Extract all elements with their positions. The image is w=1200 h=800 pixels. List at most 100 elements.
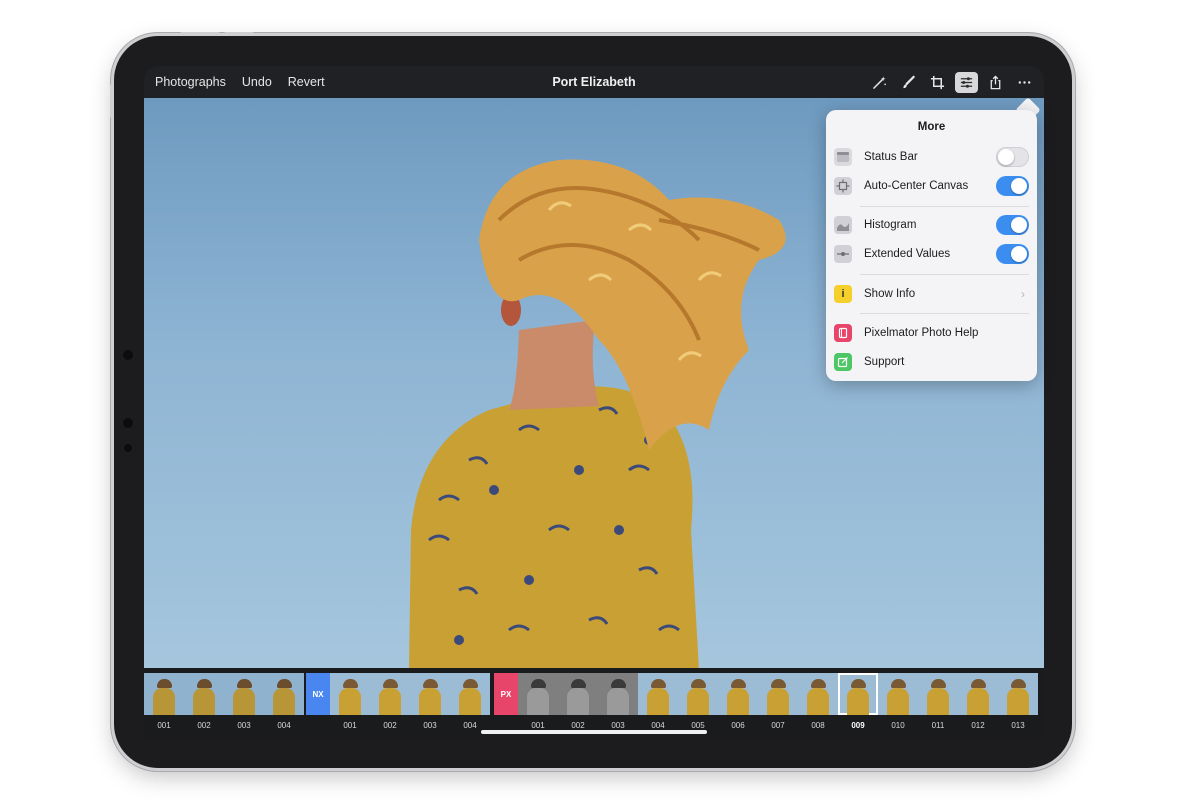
filmstrip-thumbnail[interactable] — [410, 673, 450, 715]
filmstrip-thumbnail[interactable] — [370, 673, 410, 715]
more-icon[interactable] — [1013, 72, 1036, 93]
thumbnail-hat — [891, 679, 906, 688]
menu-item-pixelmator-photo-help[interactable]: Pixelmator Photo Help — [834, 320, 1029, 346]
thumbnail-figure — [339, 688, 361, 715]
filmstrip-thumbnail-label: 009 — [851, 721, 865, 730]
histogram-toggle[interactable] — [996, 215, 1029, 235]
thumbnail-figure — [233, 688, 255, 715]
undo-button[interactable]: Undo — [242, 75, 272, 89]
thumbnail-hat — [237, 679, 252, 688]
filmstrip-group: PX 001 002 003 004 005 006 007 008 009 010 011 012 01… — [494, 673, 1038, 730]
thumbnail-hat — [931, 679, 946, 688]
menu-item-extended-values[interactable]: Extended Values — [834, 241, 1029, 267]
thumbnail-figure — [419, 688, 441, 715]
thumbnail-figure — [379, 688, 401, 715]
menu-divider — [860, 206, 1029, 207]
top-button-2 — [224, 32, 254, 36]
thumbnail-hat — [731, 679, 746, 688]
filmstrip-thumbnail-label: 001 — [157, 721, 171, 730]
menu-divider — [860, 313, 1029, 314]
filmstrip-group: 001 002 003 004 — [144, 673, 304, 730]
filmstrip-thumbnail[interactable] — [224, 673, 264, 715]
filmstrip-thumbnail-label: 010 — [891, 721, 905, 730]
filmstrip-thumbnail[interactable] — [678, 673, 718, 715]
revert-button[interactable]: Revert — [288, 75, 325, 89]
filmstrip-thumbnail[interactable] — [638, 673, 678, 715]
photographs-back-button[interactable]: Photographs — [155, 75, 226, 89]
thumbnail-figure — [687, 688, 709, 715]
menu-item-status-bar[interactable]: Status Bar — [834, 144, 1029, 170]
adjustments-icon[interactable] — [955, 71, 978, 93]
home-indicator[interactable] — [481, 730, 707, 734]
filmstrip-thumbnail[interactable] — [144, 673, 184, 715]
menu-item-label: Histogram — [864, 219, 917, 231]
thumbnail-hat — [691, 679, 706, 688]
thumbnail-figure — [527, 688, 549, 715]
extended-values-icon — [834, 245, 852, 263]
thumbnail-hat — [1011, 679, 1026, 688]
menu-item-show-info[interactable]: i Show Info › — [834, 281, 1029, 307]
thumbnail-figure — [153, 688, 175, 715]
status-bar-icon — [834, 148, 852, 166]
menu-item-label: Support — [864, 356, 905, 368]
menu-item-auto-center-canvas[interactable]: Auto-Center Canvas — [834, 173, 1029, 199]
magic-wand-icon[interactable] — [868, 72, 891, 93]
thumbnail-hat — [651, 679, 666, 688]
histogram-icon — [834, 216, 852, 234]
thumbnail-figure — [1007, 688, 1029, 715]
info-icon: i — [834, 285, 852, 303]
thumbnail-figure — [647, 688, 669, 715]
filmstrip-thumbnail[interactable] — [998, 673, 1038, 715]
filmstrip-thumbnail[interactable] — [918, 673, 958, 715]
filmstrip-thumbnail[interactable] — [878, 673, 918, 715]
more-popover: More Status Bar Auto-Center Canvas Histo… — [826, 110, 1037, 381]
status-bar-toggle[interactable] — [996, 147, 1029, 167]
filmstrip-group-badge[interactable]: PX — [494, 673, 518, 715]
filmstrip-thumbnail[interactable] — [758, 673, 798, 715]
filmstrip-thumbnail[interactable] — [264, 673, 304, 715]
filmstrip-thumbnail-label: 002 — [383, 721, 397, 730]
thumbnail-hat — [277, 679, 292, 688]
menu-item-histogram[interactable]: Histogram — [834, 212, 1029, 238]
menu-divider — [860, 274, 1029, 275]
support-icon — [834, 353, 852, 371]
filmstrip-thumbnail[interactable] — [958, 673, 998, 715]
share-icon[interactable] — [984, 72, 1007, 93]
brush-icon[interactable] — [897, 72, 920, 93]
filmstrip-thumbnail-label: 002 — [571, 721, 585, 730]
thumbnail-hat — [423, 679, 438, 688]
filmstrip-thumbnail[interactable] — [598, 673, 638, 715]
pencil-magnet-dot — [123, 418, 133, 428]
filmstrip-thumbnail[interactable] — [558, 673, 598, 715]
thumbnail-figure — [607, 688, 629, 715]
filmstrip-thumbnail[interactable] — [330, 673, 370, 715]
extended-values-toggle[interactable] — [996, 244, 1029, 264]
menu-item-support[interactable]: Support — [834, 349, 1029, 375]
filmstrip-thumbnail[interactable] — [718, 673, 758, 715]
auto-center-canvas-toggle[interactable] — [996, 176, 1029, 196]
filmstrip-thumbnail[interactable] — [450, 673, 490, 715]
filmstrip-thumbnail[interactable] — [184, 673, 224, 715]
thumbnail-figure — [727, 688, 749, 715]
thumbnail-figure — [847, 688, 869, 715]
crop-icon[interactable] — [926, 72, 949, 93]
thumbnail-hat — [343, 679, 358, 688]
toolbar: Photographs Undo Revert Port Elizabeth — [144, 66, 1044, 98]
thumbnail-hat — [463, 679, 478, 688]
thumbnail-figure — [193, 688, 215, 715]
toolbar-tools — [868, 66, 1036, 98]
filmstrip-thumbnail-label: 013 — [1011, 721, 1025, 730]
thumbnail-figure — [807, 688, 829, 715]
chevron-right-icon: › — [1021, 287, 1025, 301]
thumbnail-hat — [157, 679, 172, 688]
thumbnail-figure — [767, 688, 789, 715]
filmstrip-thumbnail-label: 004 — [651, 721, 665, 730]
filmstrip-thumbnail[interactable] — [838, 673, 878, 715]
thumbnail-hat — [971, 679, 986, 688]
pencil-magnet-dot — [123, 350, 133, 360]
filmstrip-thumbnail[interactable] — [798, 673, 838, 715]
filmstrip-thumbnail-label: 011 — [931, 721, 945, 730]
filmstrip-group-badge[interactable]: NX — [306, 673, 330, 715]
popover-title: More — [917, 121, 946, 133]
filmstrip-thumbnail[interactable] — [518, 673, 558, 715]
